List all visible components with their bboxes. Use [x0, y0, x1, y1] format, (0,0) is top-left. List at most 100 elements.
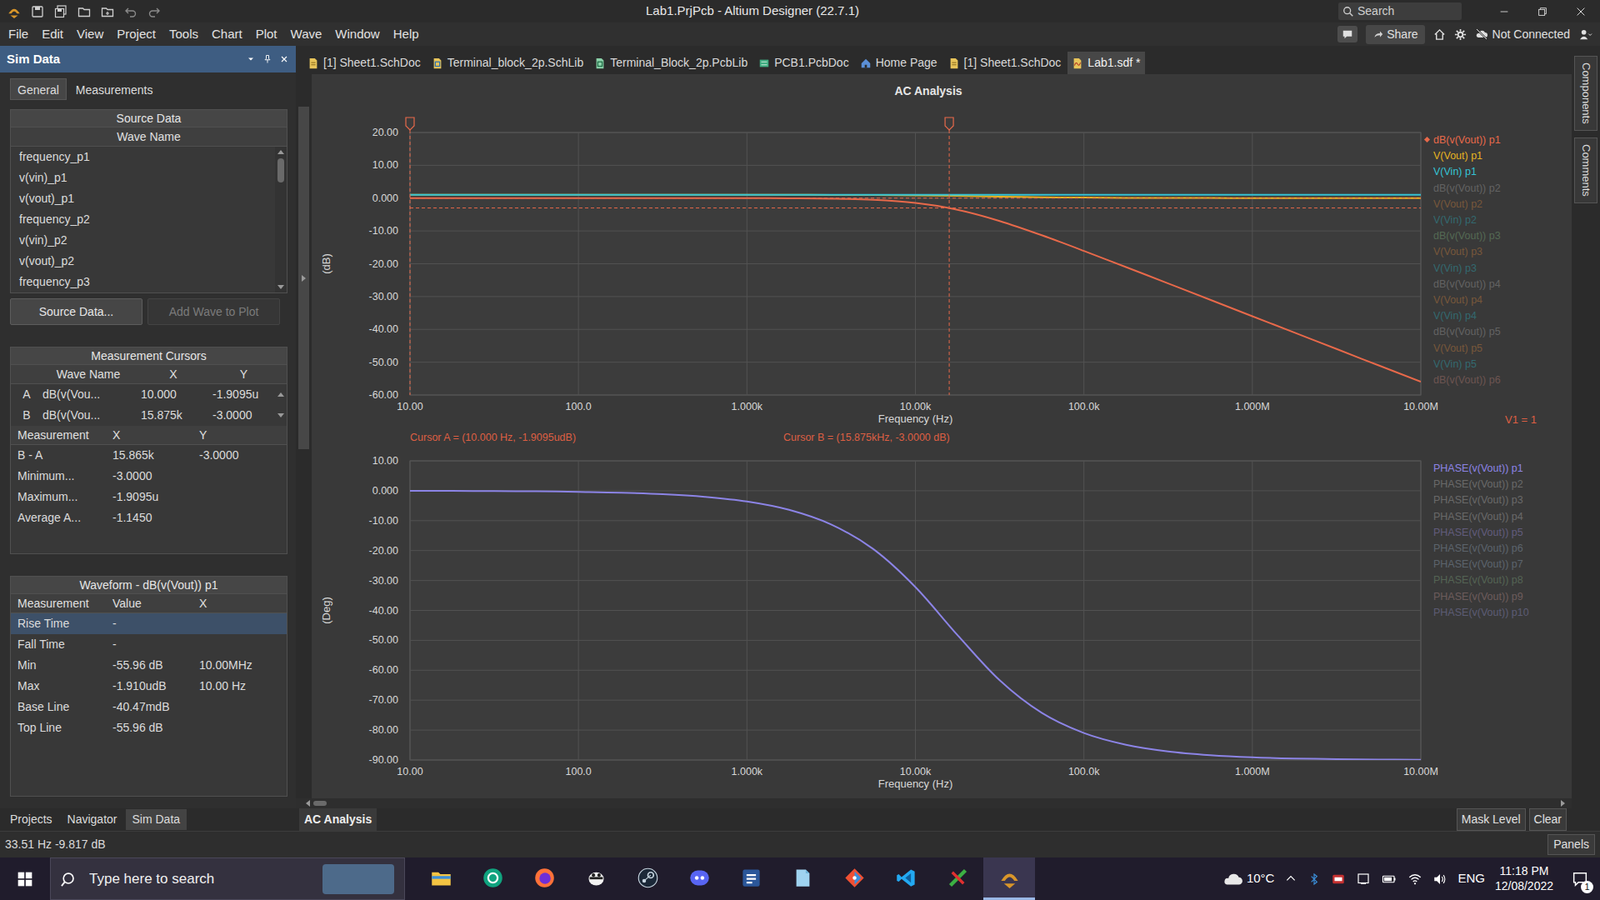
temperature[interactable]: 10°C [1246, 869, 1275, 889]
display-icon[interactable] [1355, 871, 1371, 887]
cursor-cell[interactable]: dB(v(Vou... [35, 406, 135, 425]
legend-entry[interactable]: V(Vout) p5 [1424, 342, 1483, 355]
chart-tab[interactable]: AC Analysis [299, 808, 377, 831]
legend-entry[interactable]: PHASE(v(Vout)) p6 [1433, 542, 1524, 555]
legend-entry[interactable]: PHASE(v(Vout)) p10 [1433, 606, 1530, 619]
plot-area[interactable] [410, 132, 1421, 395]
vscode-icon[interactable] [895, 866, 918, 890]
column-header[interactable]: Wave Name [35, 365, 135, 384]
document-tab[interactable]: Home Page [855, 51, 943, 75]
legend-entry[interactable]: V(Vin) p4 [1424, 310, 1477, 322]
legend-label[interactable]: V(Vin) p1 [1433, 165, 1477, 178]
sch-file-icon[interactable] [948, 57, 960, 70]
column-header[interactable]: X [105, 426, 193, 445]
measurement-cursor[interactable]: Cursor A = (10.000 Hz, -1.9095udB) [405, 117, 1421, 444]
legend-entry[interactable]: PHASE(v(Vout)) p4 [1433, 510, 1524, 523]
share-arrow-icon[interactable] [1372, 29, 1384, 40]
weather[interactable]: 10°C [1221, 868, 1275, 890]
search-icon[interactable] [1342, 5, 1355, 18]
wave-list-item[interactable]: v(vin)_p2 [10, 230, 275, 251]
cursor-cell[interactable]: -3.0000 [205, 406, 275, 425]
measurement-row[interactable]: Maximum...-1.9095u [10, 486, 287, 508]
legend-entry[interactable]: PHASE(v(Vout)) p8 [1433, 574, 1524, 586]
legend-label[interactable]: V(Vout) p2 [1433, 198, 1483, 210]
menu-item[interactable]: Help [386, 25, 426, 45]
taskbar-app[interactable] [725, 857, 777, 900]
source-list-scrollbar[interactable] [275, 146, 287, 293]
document-tab[interactable]: Terminal_Block_2p.PcbLib [590, 51, 753, 75]
legend-label[interactable]: PHASE(v(Vout)) p10 [1433, 606, 1530, 619]
menu-item[interactable]: Window [328, 25, 386, 45]
menu-item[interactable]: Wave [284, 25, 330, 45]
legend-label[interactable]: PHASE(v(Vout)) p4 [1433, 510, 1524, 523]
column-header[interactable]: Measurement [10, 426, 106, 445]
series-line[interactable] [410, 198, 1421, 382]
column-header[interactable]: Value [105, 595, 193, 613]
legend-label[interactable]: dB(v(Vout)) p5 [1433, 325, 1501, 338]
waveform-row[interactable]: Base Line-40.47mdB [10, 696, 287, 718]
legend-entry[interactable]: PHASE(v(Vout)) p5 [1433, 526, 1524, 539]
cloud-icon[interactable] [1221, 868, 1244, 890]
legend-label[interactable]: V(Vout) p5 [1433, 342, 1483, 355]
plot-area[interactable] [410, 460, 1421, 760]
document-tab[interactable]: Terminal_block_2p.SchLib [427, 51, 589, 75]
chat-icon[interactable] [1341, 28, 1354, 40]
cursor-cell[interactable]: dB(v(Vou... [35, 385, 135, 404]
steam-icon[interactable] [636, 866, 660, 890]
close-button[interactable] [1561, 0, 1600, 23]
undo-icon[interactable] [124, 5, 138, 19]
legend-label[interactable]: dB(v(Vout)) p2 [1433, 182, 1501, 195]
legend-entry[interactable]: PHASE(v(Vout)) p3 [1433, 494, 1524, 506]
gear-icon[interactable] [1454, 28, 1467, 41]
home-file-icon[interactable] [860, 57, 872, 70]
legend-entry[interactable]: V(Vout) p3 [1424, 245, 1483, 258]
taskbar-app[interactable] [466, 857, 519, 900]
legend-label[interactable]: V(Vout) p1 [1433, 150, 1483, 162]
legend-entry[interactable]: dB(v(Vout)) p5 [1424, 325, 1501, 338]
legend-label[interactable]: V(Vin) p5 [1433, 358, 1477, 370]
scroll-down-icon[interactable] [277, 285, 285, 290]
panel-switch-tab[interactable]: Sim Data [125, 809, 188, 830]
panel-switch-tab[interactable]: Projects [3, 809, 60, 830]
chatgpt-icon[interactable] [481, 866, 505, 890]
windows-logo-icon[interactable] [16, 870, 34, 888]
cursor-row[interactable]: BdB(v(Vou...15.875k-3.0000 [10, 405, 287, 426]
firefox-icon[interactable] [533, 866, 556, 890]
redo-button[interactable] [146, 4, 162, 20]
legend-entry[interactable]: V(Vout) p2 [1424, 198, 1483, 210]
scroll-up-icon[interactable] [277, 392, 285, 397]
taskbar-app[interactable] [931, 857, 984, 900]
chart-button[interactable]: Clear [1529, 808, 1567, 831]
share-button[interactable]: Share [1365, 25, 1425, 45]
taskbar-search-input[interactable] [87, 867, 313, 891]
connection-label[interactable]: Not Connected [1492, 25, 1570, 44]
legend-entry[interactable]: dB(v(Vout)) p2 [1424, 182, 1501, 195]
git-icon[interactable] [843, 866, 866, 890]
altium-logo-icon[interactable] [6, 4, 22, 20]
legend-entry[interactable]: dB(v(Vout)) p1 [1424, 134, 1501, 146]
legend-label[interactable]: dB(v(Vout)) p4 [1433, 278, 1501, 290]
open-project-button[interactable] [100, 4, 115, 20]
waveform-row[interactable]: Fall Time- [10, 634, 287, 655]
document-tab-label[interactable]: Lab1.sdf * [1087, 54, 1140, 72]
wave-list-item[interactable]: frequency_p2 [10, 209, 275, 230]
menu-item[interactable]: File [1, 25, 35, 45]
sch-file-icon[interactable] [307, 57, 320, 70]
share-label[interactable]: Share [1386, 25, 1418, 44]
meter-app-icon[interactable] [1330, 871, 1346, 887]
side-panel-tab[interactable]: Comments [1574, 137, 1598, 204]
sdf-file-icon[interactable] [1071, 57, 1084, 70]
chart-canvas[interactable]: AC Analysis20.0010.000.000-10.00-20.00-3… [311, 74, 1572, 799]
notification-count[interactable]: 1 [1580, 880, 1594, 894]
save-all-icon[interactable] [54, 5, 68, 19]
battery-icon[interactable] [1380, 871, 1398, 887]
explorer-icon[interactable] [430, 866, 453, 890]
horizontal-scrollbar[interactable] [295, 798, 1572, 809]
document-tab[interactable]: [1] Sheet1.SchDoc [303, 51, 426, 75]
cursor-flag-icon[interactable] [405, 117, 415, 130]
panel-tab[interactable]: General [10, 78, 67, 100]
legend-entry[interactable]: V(Vin) p3 [1424, 262, 1477, 275]
start-button[interactable] [0, 857, 50, 900]
open-folder-button[interactable] [76, 4, 92, 20]
restore-button[interactable] [1523, 0, 1562, 23]
